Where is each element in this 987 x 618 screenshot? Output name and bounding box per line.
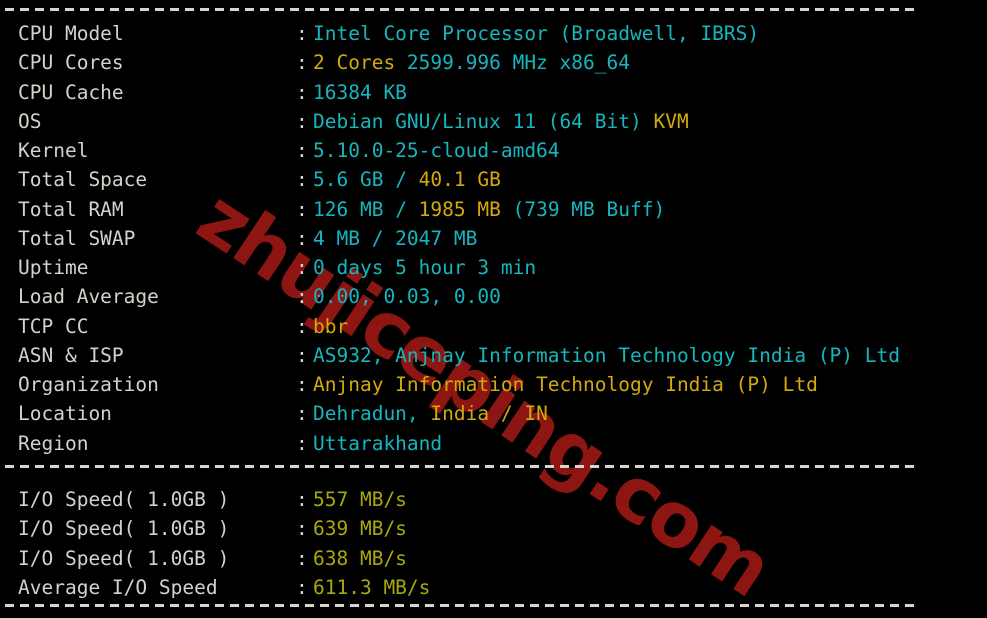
info-row-colon: : bbox=[296, 51, 308, 75]
info-row-value: Dehradun, India / IN bbox=[313, 399, 548, 428]
info-row-value: 0.00, 0.03, 0.00 bbox=[313, 282, 501, 311]
info-row-colon: : bbox=[296, 197, 308, 221]
info-row-colon: : bbox=[296, 285, 308, 309]
info-row-value-part: 557 MB/s bbox=[313, 488, 407, 511]
info-row-colon: : bbox=[296, 373, 308, 396]
info-row-value: AS932, Anjnay Information Technology Ind… bbox=[313, 341, 900, 370]
info-row-value-part: 0.00, 0.03, 0.00 bbox=[313, 285, 501, 309]
info-row-label: CPU Cache bbox=[18, 80, 124, 104]
info-row-value: 126 MB / 1985 MB (739 MB Buff) bbox=[313, 195, 665, 224]
info-row-label: I/O Speed( 1.0GB ) bbox=[18, 517, 230, 541]
info-row-value: Intel Core Processor (Broadwell, IBRS) bbox=[313, 19, 759, 48]
info-row-value-part: Anjnay Information Technology India (P) … bbox=[313, 373, 818, 396]
info-row-label: Total SWAP bbox=[18, 226, 136, 250]
info-row-value-part: Debian GNU/Linux 11 (64 Bit) bbox=[313, 109, 654, 133]
info-row-value-part: 126 MB bbox=[313, 197, 396, 221]
terminal-window: zhujiceping.com CPU Model: Intel Core Pro… bbox=[0, 0, 987, 618]
info-row-colon: : bbox=[296, 168, 308, 192]
info-row-value-part: 2599.996 MHz x86_64 bbox=[406, 51, 630, 75]
info-row-colon: : bbox=[296, 546, 308, 570]
info-row-value: 16384 KB bbox=[313, 78, 407, 107]
info-row-colon: : bbox=[296, 402, 308, 426]
info-row-value-part: KVM bbox=[653, 109, 689, 133]
info-row-colon: : bbox=[296, 488, 308, 511]
info-row-value-part: 611.3 MB/s bbox=[313, 575, 431, 599]
info-row-label: Average I/O Speed bbox=[18, 575, 218, 599]
info-row-value: 2 Cores 2599.996 MHz x86_64 bbox=[313, 48, 630, 77]
info-row-value-part: 639 MB/s bbox=[313, 517, 407, 541]
info-row-label: Organization bbox=[18, 373, 159, 396]
info-row-value-part: Uttarakhand bbox=[313, 431, 443, 455]
info-row-value: bbr bbox=[313, 312, 348, 341]
info-row-colon: : bbox=[296, 22, 308, 45]
info-row-value-part: 638 MB/s bbox=[313, 546, 407, 570]
info-row-value-part: 0 days 5 hour 3 min bbox=[313, 256, 537, 279]
info-row-value-part: 2 Cores bbox=[313, 51, 407, 75]
info-row-value-part: Dehradun, bbox=[313, 402, 431, 426]
info-row-colon: : bbox=[296, 256, 308, 279]
info-row-colon: : bbox=[296, 314, 308, 338]
info-row-value-part: 1985 MB bbox=[418, 197, 513, 221]
info-row-colon: : bbox=[296, 80, 308, 104]
info-row-label: I/O Speed( 1.0GB ) bbox=[18, 488, 230, 511]
info-row-label: Load Average bbox=[18, 285, 159, 309]
info-row-value: 639 MB/s bbox=[313, 514, 407, 543]
info-row-value-part: 4 MB / 2047 MB bbox=[313, 226, 478, 250]
info-row-label: Kernel bbox=[18, 139, 89, 162]
info-row-value-part: / bbox=[395, 168, 419, 192]
info-row-value: 0 days 5 hour 3 min bbox=[313, 253, 536, 282]
separator-bottom bbox=[5, 604, 917, 607]
info-row-value: Uttarakhand bbox=[313, 429, 442, 458]
info-row-colon: : bbox=[296, 139, 308, 162]
info-row-value-part: Intel Core Processor (Broadwell, IBRS) bbox=[313, 22, 760, 45]
info-row-colon: : bbox=[296, 109, 308, 133]
info-row-value: Anjnay Information Technology India (P) … bbox=[313, 370, 818, 399]
info-row-label: I/O Speed( 1.0GB ) bbox=[18, 546, 230, 570]
info-row-colon: : bbox=[296, 575, 308, 599]
info-row-label: Uptime bbox=[18, 256, 89, 279]
info-row-value: Debian GNU/Linux 11 (64 Bit) KVM bbox=[313, 107, 689, 136]
info-row-colon: : bbox=[296, 343, 308, 367]
separator-middle bbox=[5, 465, 917, 468]
info-row-label: OS bbox=[18, 109, 42, 133]
info-row-value-part: 5.6 GB bbox=[313, 168, 396, 192]
info-row-value-part: 40.1 GB bbox=[418, 168, 501, 192]
info-row-value-part: AS932, Anjnay Information Technology Ind… bbox=[313, 343, 900, 367]
info-row-value: 638 MB/s bbox=[313, 544, 407, 573]
info-row-label: Total RAM bbox=[18, 197, 124, 221]
info-row-value-part: 5.10.0-25-cloud-amd64 bbox=[313, 139, 560, 162]
info-row-label: Location bbox=[18, 402, 112, 426]
info-row-value-part: 16384 KB bbox=[313, 80, 407, 104]
info-row-colon: : bbox=[296, 431, 308, 455]
separator-top bbox=[5, 8, 917, 11]
info-row-value: 5.10.0-25-cloud-amd64 bbox=[313, 136, 560, 165]
info-row-label: TCP CC bbox=[18, 314, 89, 338]
info-row-value-part: (739 MB Buff) bbox=[512, 197, 666, 221]
info-row-label: Total Space bbox=[18, 168, 148, 192]
info-row-value: 611.3 MB/s bbox=[313, 573, 430, 602]
info-row-label: CPU Cores bbox=[18, 51, 124, 75]
info-row-value-part: India / IN bbox=[430, 402, 548, 426]
info-row-colon: : bbox=[296, 226, 308, 250]
info-row-value-part: bbr bbox=[313, 314, 349, 338]
info-row-value: 557 MB/s bbox=[313, 485, 407, 514]
info-row-label: CPU Model bbox=[18, 22, 124, 45]
info-row-value: 4 MB / 2047 MB bbox=[313, 224, 477, 253]
info-row-label: Region bbox=[18, 431, 89, 455]
info-row-value: 5.6 GB / 40.1 GB bbox=[313, 165, 501, 194]
info-row-value-part: / bbox=[395, 197, 419, 221]
info-row-colon: : bbox=[296, 517, 308, 541]
info-row-label: ASN & ISP bbox=[18, 343, 124, 367]
